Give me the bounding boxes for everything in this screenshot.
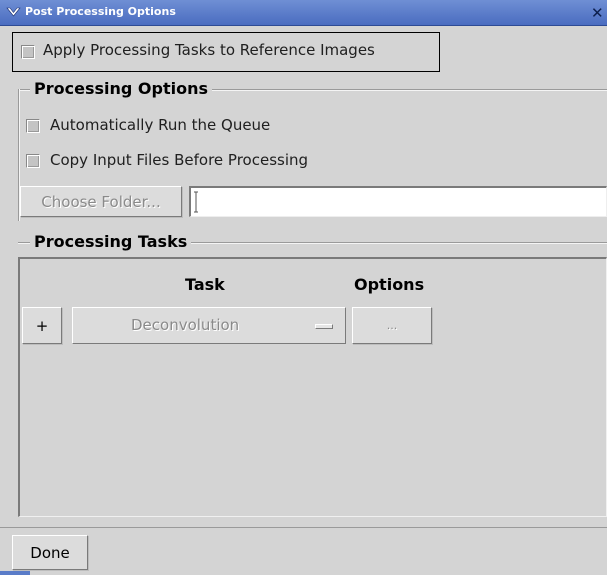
choose-folder-label: Choose Folder...	[41, 192, 161, 211]
dropdown-indicator-icon	[315, 324, 333, 329]
text-cursor-icon	[194, 191, 198, 213]
add-task-button[interactable]: +	[22, 307, 62, 344]
title-bar: Post Processing Options ✕	[0, 0, 607, 26]
window-title: Post Processing Options	[25, 5, 176, 18]
auto-run-checkbox[interactable]	[26, 119, 40, 133]
done-button[interactable]: Done	[12, 535, 88, 570]
close-icon[interactable]: ✕	[591, 5, 607, 21]
task-select-value: Deconvolution	[131, 316, 240, 334]
processing-options-heading: Processing Options	[30, 79, 212, 98]
copy-input-label[interactable]: Copy Input Files Before Processing	[50, 151, 308, 169]
apply-reference-label[interactable]: Apply Processing Tasks to Reference Imag…	[43, 41, 375, 59]
chevron-down-icon[interactable]	[6, 5, 21, 20]
processing-tasks-heading: Processing Tasks	[30, 232, 192, 251]
task-options-button[interactable]: ...	[352, 307, 432, 344]
choose-folder-button[interactable]: Choose Folder...	[20, 186, 182, 217]
tasks-table	[18, 257, 607, 517]
window-edge	[0, 571, 30, 575]
add-task-label: +	[35, 316, 49, 335]
task-select[interactable]: Deconvolution	[72, 307, 346, 344]
task-column-header: Task	[185, 275, 225, 294]
footer-bar	[0, 527, 607, 575]
folder-path-field[interactable]	[189, 186, 607, 217]
auto-run-label[interactable]: Automatically Run the Queue	[50, 116, 270, 134]
copy-input-checkbox[interactable]	[26, 154, 40, 168]
options-column-header: Options	[354, 275, 425, 294]
done-label: Done	[30, 543, 70, 562]
task-options-label: ...	[386, 319, 398, 332]
apply-reference-checkbox[interactable]	[21, 45, 35, 59]
